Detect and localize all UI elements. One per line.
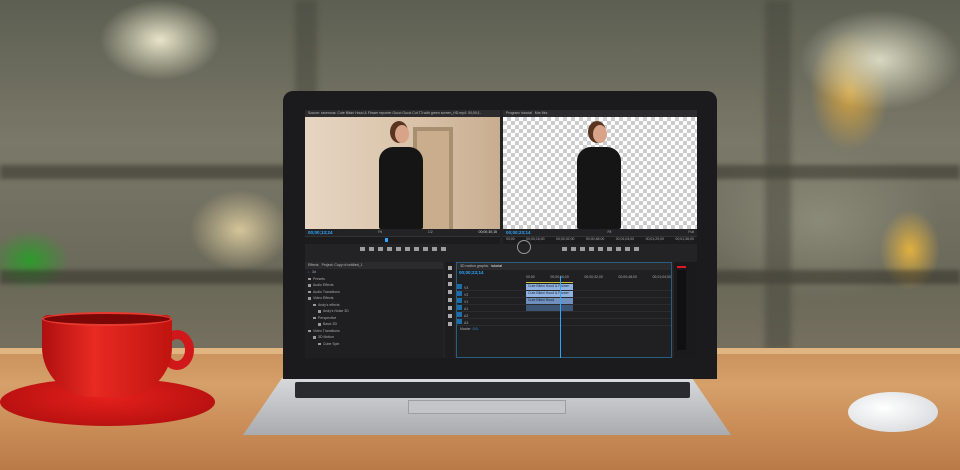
effects-item-label: 3D Motion — [318, 335, 334, 340]
effects-item-label: Andy's effects — [318, 302, 340, 307]
program-video-transparent — [503, 117, 697, 229]
ruler-tick: 00;01;04;00 — [615, 237, 635, 241]
source-zoom-select[interactable]: Fit — [378, 230, 382, 235]
ripple-edit-tool-icon[interactable] — [447, 282, 452, 286]
effects-item-label: Audio Transitions — [313, 289, 340, 294]
effects-item-label: Perspective — [318, 315, 337, 320]
track-a3: A3 — [457, 319, 671, 326]
effects-item-label: Cube Spin — [323, 341, 340, 346]
audio-clip[interactable] — [526, 305, 573, 311]
source-duration: 00;00;30;15 — [478, 230, 498, 234]
effects-item-label: Video Effects — [313, 296, 334, 301]
clip[interactable]: Cute Bikini Hood & Flower — [526, 284, 573, 290]
folder-icon — [318, 323, 321, 326]
program-zoom-select[interactable]: Fit — [608, 230, 612, 235]
tab-effects[interactable]: Effects — [308, 263, 319, 267]
tab-3d-motion-graphic[interactable]: 3D motion graphic — [460, 264, 488, 268]
folder-icon — [308, 297, 311, 300]
ruler-tick: 00;00;32;00 — [555, 237, 575, 241]
peak-indicator — [677, 266, 686, 268]
ruler-tick: 00;00;48;00 — [618, 275, 637, 279]
work-area-bar[interactable] — [526, 282, 573, 283]
master-track: Master 0.0 — [457, 326, 671, 333]
hand-tool-icon[interactable] — [447, 314, 452, 318]
folder-icon — [313, 316, 316, 319]
track-v1: V1 Cute Bikini Hood — [457, 298, 671, 305]
effects-tree-item[interactable]: Cube Spin — [305, 341, 443, 348]
track-v2: V2 Cute Bikini Hood & Flower — [457, 291, 671, 298]
touchpad — [408, 400, 566, 414]
red-coffee-cup — [42, 315, 172, 397]
effects-panel: Effects Project: Copy of untitled_1 ⌕ 3d … — [305, 262, 443, 358]
ruler-tick: 00;00 — [506, 237, 515, 241]
program-ruler[interactable]: 00;00 00;00;16;00 00;00;32;00 00;00;48;0… — [503, 236, 697, 244]
ruler-tick: 00;00;32;00 — [584, 275, 603, 279]
selection-tool-icon[interactable] — [447, 266, 452, 270]
effects-item-label: Audio Effects — [313, 283, 334, 288]
program-transport-controls[interactable] — [503, 244, 697, 254]
folder-icon — [308, 329, 311, 332]
program-timecode: 00;00;23;14 — [506, 230, 531, 235]
folder-icon — [313, 336, 316, 339]
woman-figure-keyed — [573, 125, 623, 229]
folder-icon — [308, 284, 311, 287]
ruler-tick: 00;00;48;00 — [585, 237, 605, 241]
tab-project[interactable]: Project: Copy of untitled_1 — [322, 263, 363, 267]
zoom-tool-icon[interactable] — [447, 322, 452, 326]
program-tab[interactable]: Mrs Mrs — [535, 111, 548, 115]
program-title: Program: tutorial — [506, 111, 532, 115]
ruler-tick: 00;01;04;00 — [652, 275, 671, 279]
folder-icon — [308, 290, 311, 293]
ruler-tick: 00;01;36;00 — [675, 237, 694, 241]
tab-tutorial[interactable]: tutorial — [491, 264, 502, 268]
razor-tool-icon[interactable] — [447, 290, 452, 294]
effects-tree: Presets Audio Effects Audio Transitions Vid… — [305, 276, 443, 348]
master-value[interactable]: 0.0 — [473, 327, 478, 331]
wireless-mouse — [848, 392, 938, 432]
ruler-tick: 00;00 — [526, 275, 535, 279]
timeline-ruler[interactable]: 00;00 00;00;16;00 00;00;32;00 00;00;48;0… — [526, 275, 671, 279]
folder-icon — [318, 310, 321, 313]
clip[interactable]: Cute Bikini Hood & Flower — [526, 291, 573, 297]
program-resolution-select[interactable]: Full — [688, 230, 694, 235]
keyboard — [295, 382, 690, 398]
folder-icon — [318, 342, 321, 345]
premiere-pro-screen: Source: ravenous: Cute Bikini Hood & Flo… — [305, 110, 697, 358]
effects-item-label: Presets — [313, 276, 325, 281]
master-label: Master — [460, 327, 471, 332]
pen-tool-icon[interactable] — [447, 306, 452, 310]
source-transport-controls[interactable] — [305, 244, 500, 254]
effects-search-input[interactable]: 3d — [312, 270, 316, 274]
window-frame — [765, 0, 791, 350]
track-select-tool-icon[interactable] — [447, 274, 452, 278]
source-timecode: 00;00;13;24 — [308, 230, 333, 235]
track-v3: V3 Cute Bikini Hood & Flower — [457, 284, 671, 291]
source-title: Source: ravenous: Cute Bikini Hood & Flo… — [305, 110, 500, 117]
tools-panel — [445, 262, 454, 358]
effects-item-label: Basic 3D — [323, 322, 338, 327]
effects-item-label: Video Transitions — [313, 328, 340, 333]
meter-bar — [677, 270, 686, 350]
timeline-panel: 3D motion graphic tutorial 00;00;23;14 0… — [456, 262, 672, 358]
clip[interactable]: Cute Bikini Hood — [526, 298, 573, 304]
slip-tool-icon[interactable] — [447, 298, 452, 302]
program-monitor: Program: tutorial Mrs Mrs 00;00;23;14 Fi… — [503, 110, 697, 260]
source-monitor: Source: ravenous: Cute Bikini Hood & Flo… — [305, 110, 500, 260]
source-video — [305, 117, 500, 229]
cup-rim — [42, 312, 172, 326]
track-a1: A1 — [457, 305, 671, 312]
source-scrubber[interactable] — [305, 236, 500, 244]
effects-item-label: Andy's Noise 3D — [323, 309, 349, 314]
source-resolution-select[interactable]: 1/2 — [428, 230, 433, 235]
ruler-tick: 00;01;20;00 — [645, 237, 665, 241]
audio-meter — [674, 262, 697, 358]
jog-wheel[interactable] — [517, 240, 531, 254]
track-a2: A2 — [457, 312, 671, 319]
folder-icon — [313, 303, 316, 306]
playhead[interactable] — [560, 276, 561, 358]
folder-icon — [308, 277, 311, 280]
woman-figure — [375, 125, 425, 229]
